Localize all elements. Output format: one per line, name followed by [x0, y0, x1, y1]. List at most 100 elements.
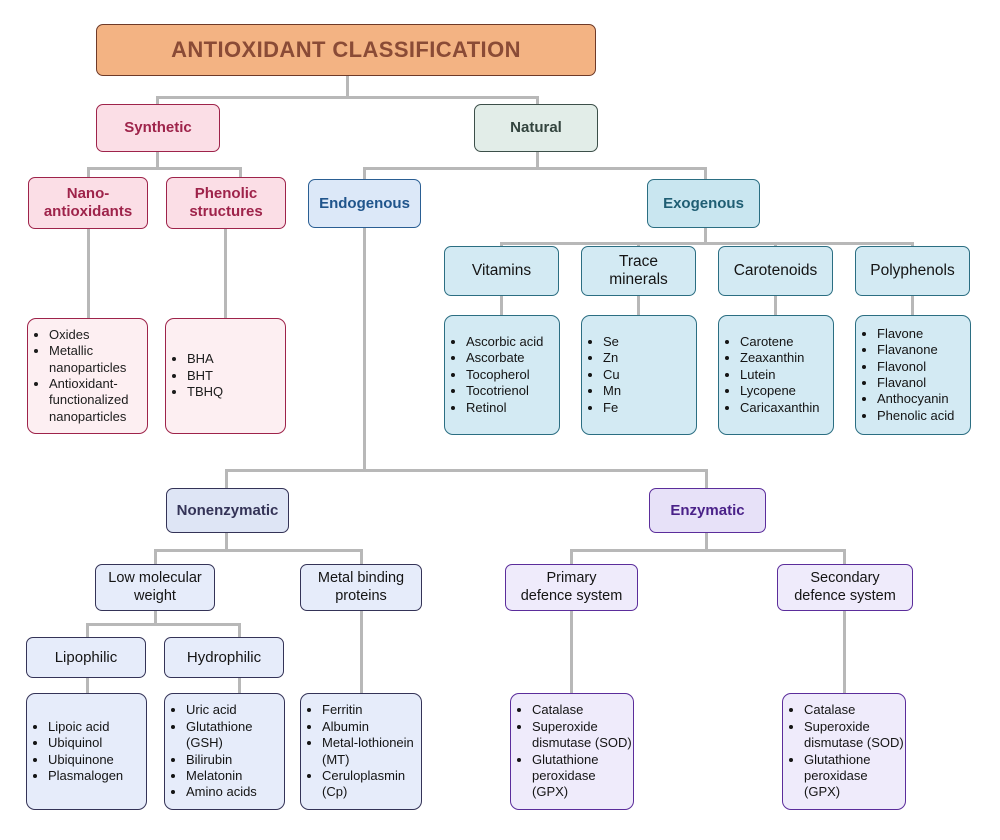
list-item: Ascorbate [466, 350, 543, 366]
list-item: Glutathione peroxidase (GPX) [532, 752, 633, 801]
list-item: Oxides [49, 327, 147, 343]
connector-to-secondary-defence [843, 549, 846, 565]
node-endogenous[interactable]: Endogenous [308, 179, 421, 228]
polyphenols-items: FlavoneFlavanoneFlavonolFlavanolAnthocya… [856, 326, 954, 424]
enzymatic-label: Enzymatic [670, 501, 745, 519]
connector-trace-minerals-to-list [637, 296, 640, 316]
endogenous-label: Endogenous [319, 194, 410, 212]
list-item: Phenolic acid [877, 408, 954, 424]
nano-antioxidants-label: Nano- antioxidants [43, 185, 133, 220]
node-phenolic-structures[interactable]: Phenolic structures [166, 177, 286, 229]
node-carotenoids-list[interactable]: CaroteneZeaxanthinLuteinLycopeneCaricaxa… [718, 315, 834, 435]
connector-lipophilic-to-list [86, 678, 89, 694]
list-item: Ubiquinone [48, 752, 123, 768]
trace-minerals-items: SeZnCuMnFe [582, 334, 621, 416]
node-low-molecular-weight[interactable]: Low molecular weight [95, 564, 215, 611]
node-natural[interactable]: Natural [474, 104, 598, 152]
antioxidant-classification-diagram: ANTIOXIDANT CLASSIFICATION Synthetic Nat… [0, 0, 1000, 840]
node-polyphenols[interactable]: Polyphenols [855, 246, 970, 296]
node-hydrophilic-list[interactable]: Uric acidGlutathione (GSH)BilirubinMelat… [164, 693, 285, 810]
node-primary-defence-system[interactable]: Primary defence system [505, 564, 638, 611]
connector-to-phenolic [239, 167, 242, 177]
metal-binding-proteins-label: Metal binding proteins [317, 570, 405, 604]
list-item: Flavonol [877, 359, 954, 375]
node-root-title[interactable]: ANTIOXIDANT CLASSIFICATION [96, 24, 596, 76]
list-item: Plasmalogen [48, 768, 123, 784]
connector-root-bus [156, 96, 539, 99]
list-item: Superoxide dismutase (SOD) [804, 719, 905, 752]
node-secondary-defence-list[interactable]: CatalaseSuperoxide dismutase (SOD)Glutat… [782, 693, 906, 810]
list-item: Metal-lothionein (MT) [322, 735, 421, 768]
list-item: Mn [603, 383, 621, 399]
node-nonenzymatic[interactable]: Nonenzymatic [166, 488, 289, 533]
list-item: Lycopene [740, 383, 820, 399]
vitamins-items: Ascorbic acidAscorbateTocopherolTocotrie… [445, 334, 543, 416]
connector-natural-bus [363, 167, 707, 170]
list-item: Glutathione (GSH) [186, 719, 284, 752]
node-phenolic-structures-list[interactable]: BHABHTTBHQ [165, 318, 286, 434]
secondary-defence-items: CatalaseSuperoxide dismutase (SOD)Glutat… [783, 702, 905, 800]
node-lipophilic[interactable]: Lipophilic [26, 637, 146, 678]
node-polyphenols-list[interactable]: FlavoneFlavanoneFlavonolFlavanolAnthocya… [855, 315, 971, 435]
connector-enzymatic-bus [570, 549, 845, 552]
node-enzymatic[interactable]: Enzymatic [649, 488, 766, 533]
connector-to-enzymatic [705, 469, 708, 489]
list-item: Fe [603, 400, 621, 416]
connector-metal-binding-to-list [360, 610, 363, 694]
connector-to-nonenzymatic [225, 469, 228, 489]
connector-to-lipophilic [86, 623, 89, 637]
connector-to-synthetic [156, 96, 159, 104]
list-item: Ferritin [322, 702, 421, 718]
node-vitamins-list[interactable]: Ascorbic acidAscorbateTocopherolTocotrie… [444, 315, 560, 435]
connector-endogenous-stem [363, 228, 366, 472]
connector-phenolic-to-list [224, 229, 227, 319]
node-trace-minerals[interactable]: Trace minerals [581, 246, 696, 296]
node-nano-antioxidants[interactable]: Nano- antioxidants [28, 177, 148, 229]
node-synthetic[interactable]: Synthetic [96, 104, 220, 152]
list-item: Tocotrienol [466, 383, 543, 399]
synthetic-label: Synthetic [124, 119, 192, 137]
node-exogenous[interactable]: Exogenous [647, 179, 760, 228]
list-item: TBHQ [187, 384, 223, 400]
list-item: Flavanone [877, 342, 954, 358]
phenolic-structures-items: BHABHTTBHQ [166, 351, 223, 400]
list-item: Catalase [804, 702, 905, 718]
list-item: Ubiquinol [48, 735, 123, 751]
node-metal-binding-proteins-list[interactable]: FerritinAlbuminMetal-lothionein (MT)Ceru… [300, 693, 422, 810]
node-primary-defence-list[interactable]: CatalaseSuperoxide dismutase (SOD)Glutat… [510, 693, 634, 810]
list-item: Ascorbic acid [466, 334, 543, 350]
list-item: Albumin [322, 719, 421, 735]
connector-to-exogenous [704, 167, 707, 179]
node-trace-minerals-list[interactable]: SeZnCuMnFe [581, 315, 697, 435]
node-nano-antioxidants-list[interactable]: OxidesMetallic nanoparticlesAntioxidant-… [27, 318, 148, 434]
list-item: Antioxidant-functionalized nanoparticles [49, 376, 147, 425]
low-molecular-weight-label: Low molecular weight [108, 570, 202, 604]
metal-binding-proteins-items: FerritinAlbuminMetal-lothionein (MT)Ceru… [301, 702, 421, 800]
node-metal-binding-proteins[interactable]: Metal binding proteins [300, 564, 422, 611]
list-item: Cu [603, 367, 621, 383]
connector-to-endogenous [363, 167, 366, 179]
node-carotenoids[interactable]: Carotenoids [718, 246, 833, 296]
connector-synthetic-bus [87, 167, 242, 170]
list-item: Metallic nanoparticles [49, 343, 147, 376]
list-item: Bilirubin [186, 752, 284, 768]
connector-primary-defence-to-list [570, 610, 573, 694]
list-item: Superoxide dismutase (SOD) [532, 719, 633, 752]
connector-to-low-molecular-weight [154, 549, 157, 565]
lipophilic-label: Lipophilic [54, 648, 118, 666]
connector-exogenous-bus [500, 242, 912, 245]
node-secondary-defence-system[interactable]: Secondary defence system [777, 564, 913, 611]
list-item: Catalase [532, 702, 633, 718]
connector-endogenous-bus [225, 469, 708, 472]
phenolic-structures-label: Phenolic structures [189, 185, 263, 220]
node-vitamins[interactable]: Vitamins [444, 246, 559, 296]
connector-nano-to-list [87, 229, 90, 319]
node-lipophilic-list[interactable]: Lipoic acidUbiquinolUbiquinonePlasmaloge… [26, 693, 147, 810]
connector-hydrophilic-to-list [238, 678, 241, 694]
list-item: Tocopherol [466, 367, 543, 383]
node-hydrophilic[interactable]: Hydrophilic [164, 637, 284, 678]
connector-to-primary-defence [570, 549, 573, 565]
connector-to-hydrophilic [238, 623, 241, 637]
list-item: Melatonin [186, 768, 284, 784]
list-item: BHA [187, 351, 223, 367]
